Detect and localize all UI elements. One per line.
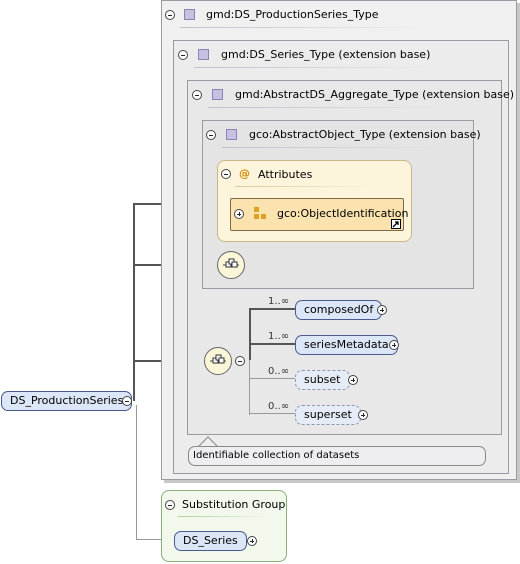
expand-icon[interactable] bbox=[377, 305, 387, 315]
production-series-type-label: gmd:DS_ProductionSeries_Type bbox=[206, 8, 379, 21]
sequence-compositor-icon[interactable] bbox=[204, 347, 232, 375]
connector-to-substitution bbox=[136, 405, 137, 540]
expand-icon[interactable] bbox=[389, 340, 399, 350]
cardinality-superset: 0..∞ bbox=[268, 401, 290, 412]
collapse-icon[interactable] bbox=[221, 169, 231, 179]
collapse-icon[interactable] bbox=[235, 356, 245, 366]
substitution-group-title: Substitution Group bbox=[182, 498, 286, 511]
branch-seriesMetadata bbox=[249, 343, 295, 345]
element-superset[interactable]: superset bbox=[295, 405, 361, 425]
branch-composedOf bbox=[249, 308, 295, 310]
aggregate-type-label: gmd:AbstractDS_Aggregate_Type (extension… bbox=[235, 88, 515, 101]
expand-icon[interactable] bbox=[247, 536, 257, 546]
collapse-icon[interactable] bbox=[178, 50, 188, 60]
collapse-icon[interactable] bbox=[165, 10, 175, 20]
cardinality-subset: 0..∞ bbox=[268, 366, 290, 377]
branch-vertical bbox=[249, 309, 251, 360]
complex-type-icon bbox=[184, 9, 195, 20]
complex-type-icon bbox=[212, 89, 223, 100]
element-DS_Series[interactable]: DS_Series bbox=[174, 531, 247, 551]
attributes-title: Attributes bbox=[258, 168, 313, 181]
cardinality-composedOf: 1..∞ bbox=[268, 296, 290, 307]
series-type-label: gmd:DS_Series_Type (extension base) bbox=[221, 48, 431, 61]
collapse-icon[interactable] bbox=[122, 396, 132, 406]
branch-superset bbox=[249, 413, 295, 414]
annotation-text: Identifiable collection of datasets bbox=[193, 450, 360, 461]
element-seriesMetadata[interactable]: seriesMetadata bbox=[295, 335, 398, 355]
attribute-group-label: gco:ObjectIdentification bbox=[277, 207, 409, 220]
complex-type-icon bbox=[226, 129, 237, 140]
at-icon: @ bbox=[239, 167, 250, 180]
connector-root-to-type bbox=[133, 203, 135, 401]
collapse-icon[interactable] bbox=[206, 130, 216, 140]
element-composedOf[interactable]: composedOf bbox=[295, 300, 383, 320]
collapse-icon[interactable] bbox=[192, 90, 202, 100]
expand-icon[interactable] bbox=[348, 375, 358, 385]
expand-icon[interactable] bbox=[234, 209, 244, 219]
root-element-DS_ProductionSeries[interactable]: DS_ProductionSeries bbox=[1, 391, 133, 411]
element-subset[interactable]: subset bbox=[295, 370, 350, 390]
annotation-box: Identifiable collection of datasets bbox=[188, 446, 486, 466]
shortcut-arrow-icon bbox=[391, 219, 401, 229]
object-type-label: gco:AbstractObject_Type (extension base) bbox=[249, 128, 481, 141]
collapse-icon[interactable] bbox=[165, 500, 175, 510]
cardinality-seriesMetadata: 1..∞ bbox=[268, 331, 290, 342]
complex-type-icon bbox=[198, 49, 209, 60]
expand-icon[interactable] bbox=[358, 410, 368, 420]
sequence-compositor-icon[interactable] bbox=[217, 251, 245, 279]
branch-subset bbox=[249, 378, 295, 379]
branch-vertical-optional bbox=[249, 360, 250, 415]
attribute-group-icon bbox=[254, 207, 268, 221]
